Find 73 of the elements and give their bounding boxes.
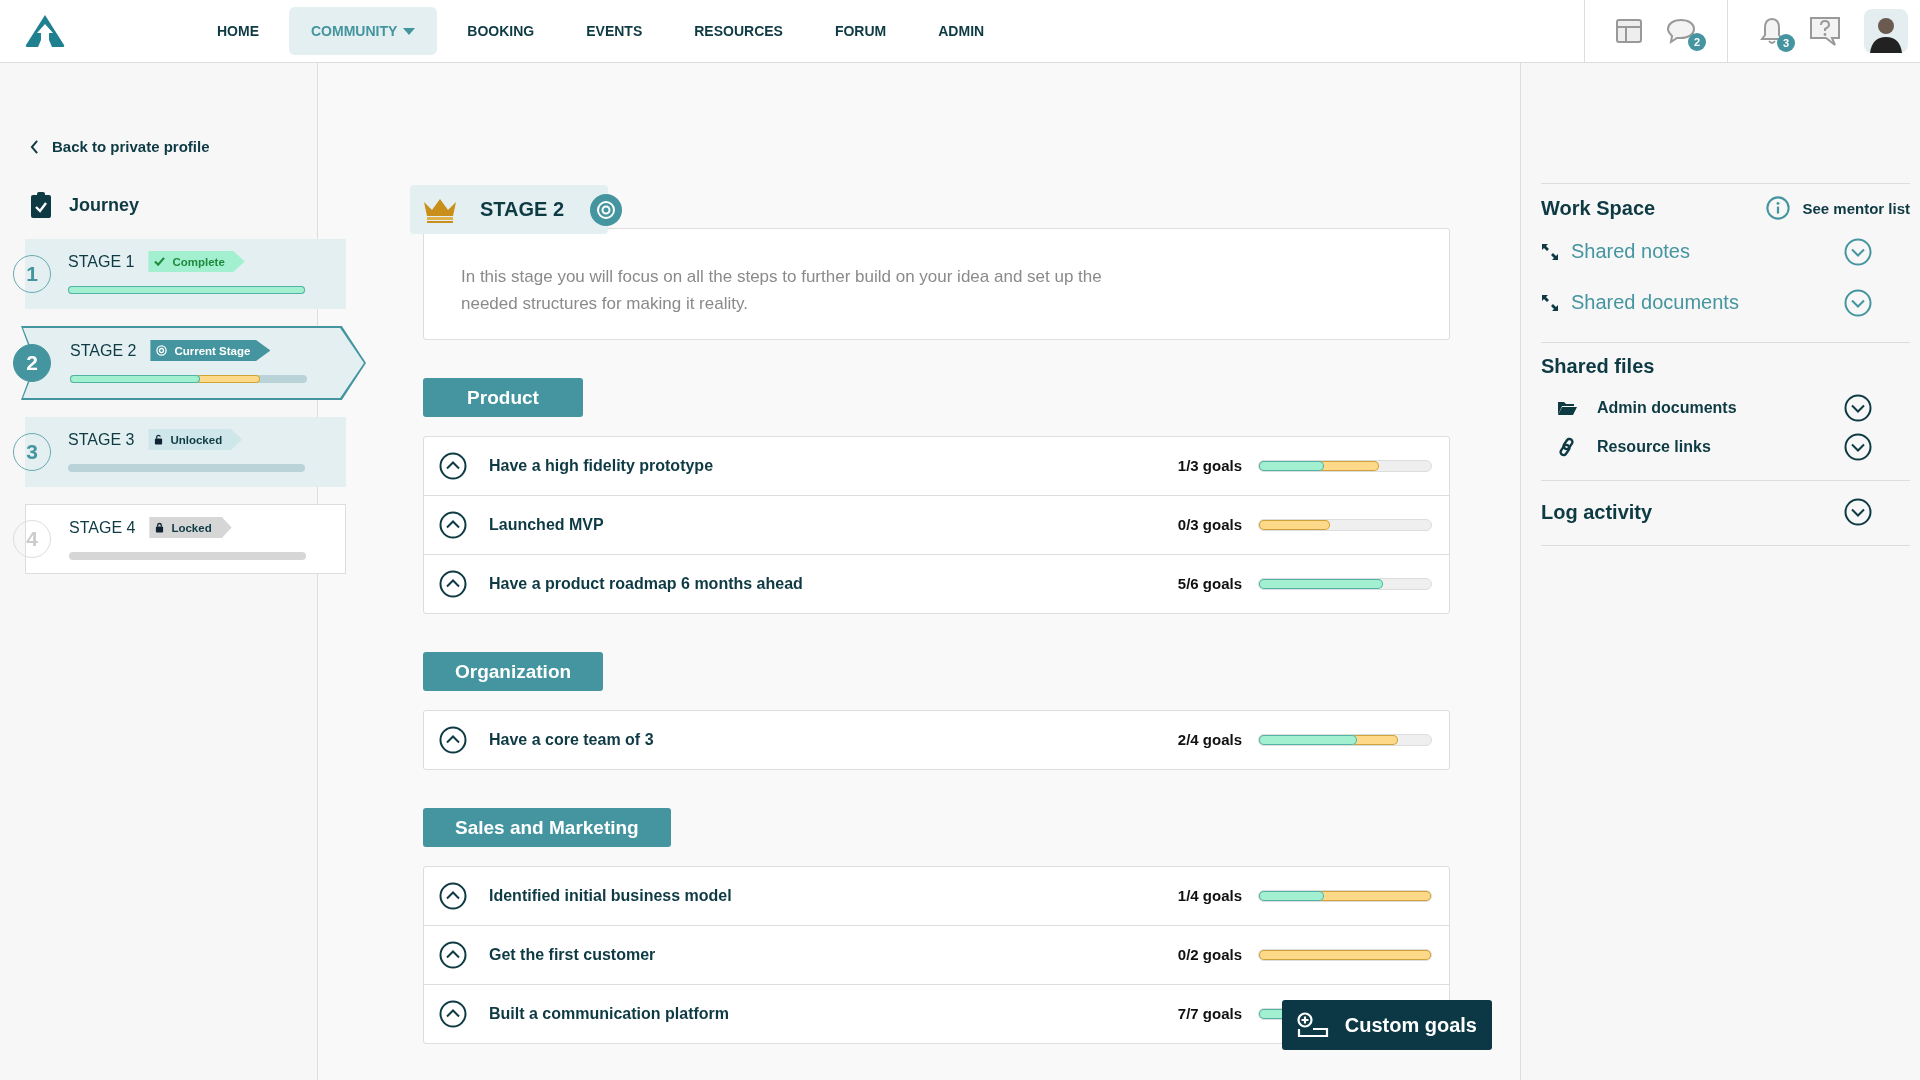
status-tag: Current Stage	[150, 340, 271, 361]
info-icon	[1766, 196, 1791, 220]
help-icon[interactable]	[1808, 15, 1842, 47]
nav-item[interactable]: ADMIN	[916, 7, 1007, 55]
nav-item[interactable]: RESOURCES	[672, 7, 805, 55]
unlocked-padlock-icon	[154, 434, 164, 445]
check-icon	[154, 257, 166, 266]
stage-title: STAGE 2	[70, 341, 137, 360]
goal-title: Built a communication platform	[489, 1004, 729, 1023]
goal-title: Have a high fidelity prototype	[489, 456, 714, 475]
journey-title: Journey	[69, 194, 140, 216]
target-icon	[156, 345, 168, 356]
goal-count: 0/2 goals	[1177, 946, 1242, 963]
expand-arrows-icon[interactable]	[1541, 293, 1559, 312]
stage-title: STAGE 3	[68, 430, 135, 449]
section-title: Log activity	[1541, 500, 1653, 524]
goal-count: 0/3 goals	[1177, 516, 1242, 533]
nav-item[interactable]: BOOKING	[445, 7, 557, 55]
goal-count: 7/7 goals	[1177, 1005, 1242, 1022]
clipboard-check-icon	[30, 191, 52, 219]
goal-title: Get the first customer	[489, 945, 656, 964]
stage-title: STAGE 2	[480, 198, 565, 221]
goal-title: Identified initial business model	[489, 886, 732, 905]
add-goal-icon	[1296, 1012, 1329, 1038]
goal-count: 5/6 goals	[1177, 575, 1242, 592]
category-label: Sales and Marketing	[423, 807, 671, 847]
collapse-icon[interactable]	[439, 451, 467, 480]
collapse-icon[interactable]	[439, 940, 467, 969]
section-title: Work Space	[1541, 196, 1656, 220]
notification-badge: 2	[1688, 33, 1706, 51]
collapse-icon[interactable]	[439, 569, 467, 598]
goal-count: 1/4 goals	[1177, 887, 1242, 904]
padlock-icon	[155, 522, 165, 533]
goal-title: Have a core team of 3	[489, 730, 654, 749]
chevron-left-icon	[30, 139, 39, 154]
folder-icon	[1557, 399, 1577, 416]
goal-count: 1/3 goals	[1177, 457, 1242, 474]
expand-icon[interactable]	[1844, 432, 1872, 461]
layout-icon[interactable]	[1615, 17, 1643, 45]
expand-icon[interactable]	[1844, 498, 1872, 526]
category-label: Organization	[423, 651, 604, 691]
back-link[interactable]: Back to private profile	[30, 138, 317, 155]
goal-title: Launched MVP	[489, 515, 604, 534]
category-label: Product	[423, 377, 583, 417]
expand-arrows-icon[interactable]	[1541, 242, 1559, 261]
stage-title: STAGE 1	[68, 252, 135, 271]
notification-badge: 3	[1777, 34, 1795, 52]
caret-icon	[403, 27, 416, 35]
custom-goals-button[interactable]: Custom goals	[1281, 1000, 1492, 1050]
nav-item[interactable]: HOME	[195, 7, 281, 55]
status-tag: Unlocked	[148, 429, 243, 450]
nav-item[interactable]: FORUM	[812, 7, 909, 55]
mentor-list-link[interactable]: See mentor list	[1766, 196, 1910, 220]
logo-icon[interactable]	[25, 14, 65, 48]
stage-number: 2	[13, 344, 51, 382]
file-item[interactable]: Resource links	[1597, 437, 1711, 456]
file-item[interactable]: Admin documents	[1597, 398, 1737, 417]
collapse-icon[interactable]	[439, 999, 467, 1028]
target-icon	[590, 193, 623, 226]
collapse-icon[interactable]	[439, 881, 467, 910]
nav-item[interactable]: EVENTS	[564, 7, 665, 55]
section-title: Shared files	[1541, 355, 1656, 378]
expand-icon[interactable]	[1844, 393, 1872, 422]
stage-title: STAGE 4	[69, 518, 136, 537]
link-icon	[1557, 436, 1577, 457]
stage-description: In this stage you will focus on all the steps to further build on your idea and set up the needed structures for making it reality.	[461, 265, 1103, 315]
status-tag: Locked	[149, 517, 232, 538]
goal-title: Have a product roadmap 6 months ahead	[489, 574, 803, 593]
status-tag: Complete	[148, 251, 245, 272]
collapse-icon[interactable]	[439, 510, 467, 539]
collapse-icon[interactable]	[439, 725, 467, 754]
goal-count: 2/4 goals	[1177, 731, 1242, 748]
avatar-icon[interactable]	[1864, 9, 1908, 53]
